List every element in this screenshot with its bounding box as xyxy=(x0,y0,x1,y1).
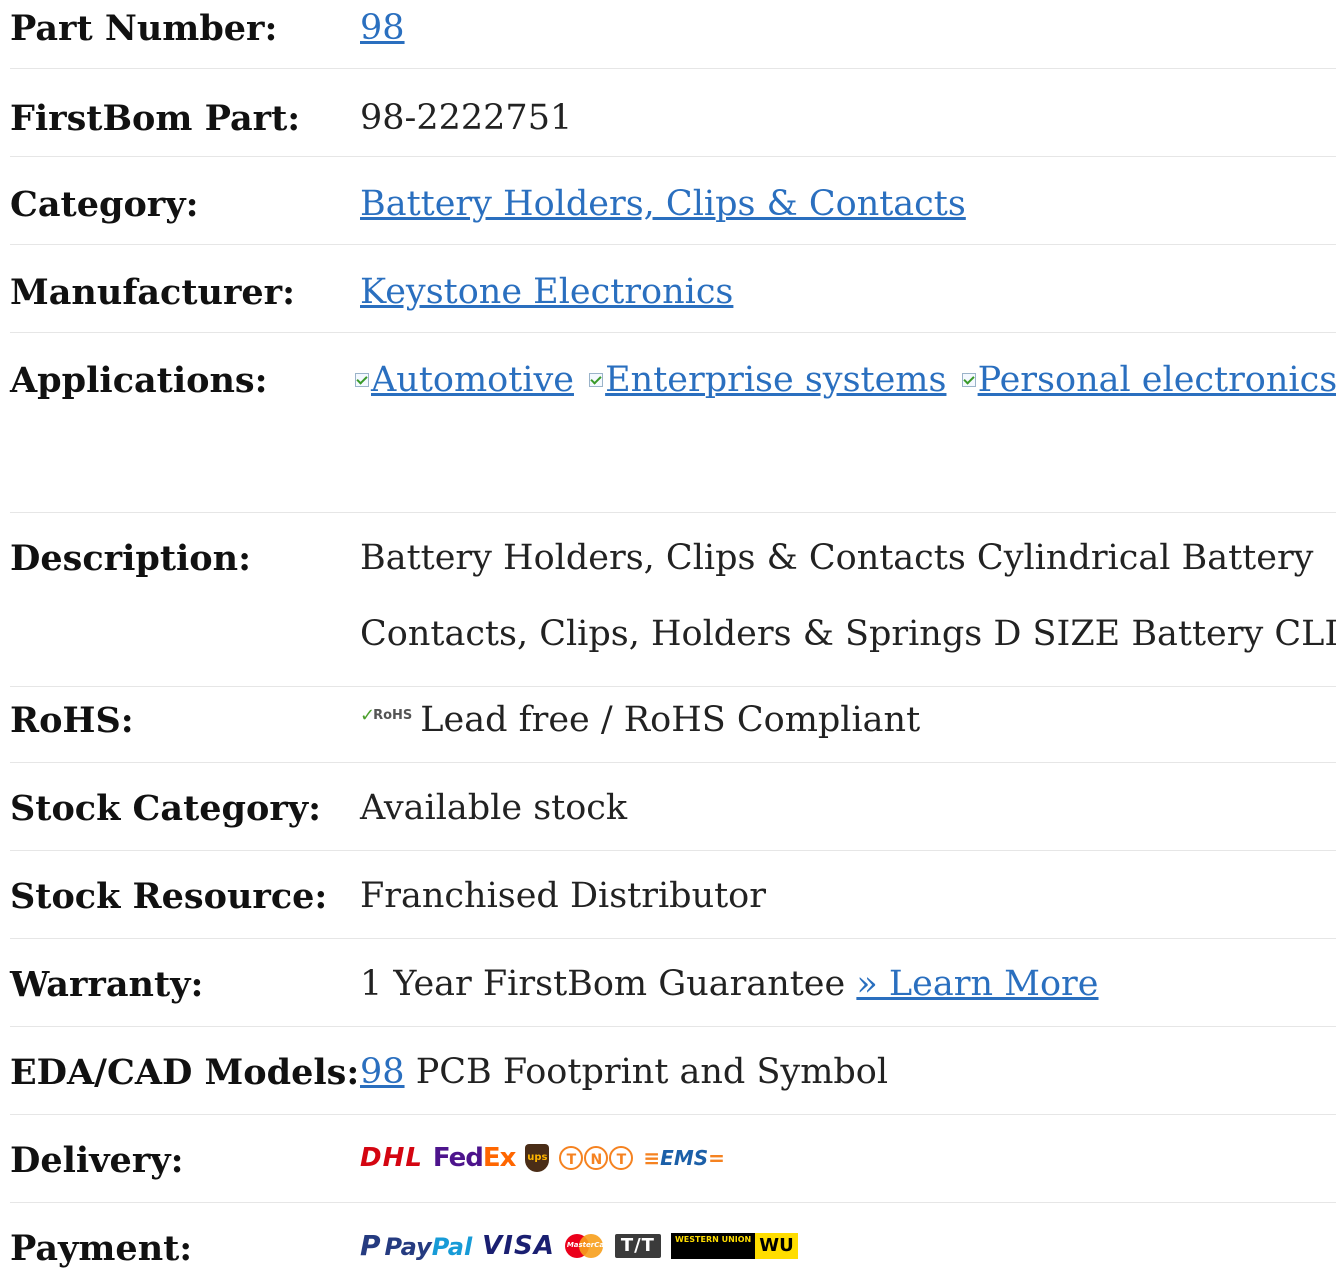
stock-resource-label: Stock Resource: xyxy=(10,876,328,917)
applications-label: Applications: xyxy=(10,360,268,401)
checkbox-icon xyxy=(961,372,976,387)
application-link-enterprise[interactable]: Enterprise systems xyxy=(605,360,946,400)
row-rohs: RoHS: ✓RoHS Lead free / RoHS Compliant xyxy=(10,700,1336,763)
paypal-logo: P PayPal xyxy=(360,1229,473,1262)
part-number-link[interactable]: 98 xyxy=(360,8,405,48)
rohs-label: RoHS: xyxy=(10,700,134,741)
application-link-automotive[interactable]: Automotive xyxy=(371,360,574,400)
eda-cad-link[interactable]: 98 xyxy=(360,1052,405,1092)
rohs-logo-icon: ✓RoHS xyxy=(360,705,413,726)
tt-logo: T/T xyxy=(614,1234,661,1258)
delivery-label: Delivery: xyxy=(10,1140,184,1181)
ups-logo: ups xyxy=(525,1144,550,1172)
eda-cad-value: 98 PCB Footprint and Symbol xyxy=(360,1052,888,1092)
part-number-label: Part Number: xyxy=(10,8,278,49)
delivery-logos: DHL FedEx ups TNT ≡EMS= xyxy=(360,1144,725,1172)
learn-more-link[interactable]: » Learn More xyxy=(856,964,1098,1004)
eda-cad-label: EDA/CAD Models: xyxy=(10,1052,360,1093)
manufacturer-label: Manufacturer: xyxy=(10,272,296,313)
row-description: Description: Battery Holders, Clips & Co… xyxy=(10,538,1336,687)
stock-category-value: Available stock xyxy=(360,788,628,828)
category-label: Category: xyxy=(10,184,199,225)
row-payment: Payment: P PayPal VISA MasterCard T/T WES… xyxy=(10,1228,1336,1269)
firstbom-part-label: FirstBom Part: xyxy=(10,98,301,139)
part-number-value: 98 xyxy=(360,8,405,48)
row-stock-resource: Stock Resource: Franchised Distributor xyxy=(10,876,1336,939)
applications-value: Automotive Enterprise systems Personal e… xyxy=(355,360,1336,400)
application-link-personal[interactable]: Personal electronics xyxy=(978,360,1336,400)
warranty-label: Warranty: xyxy=(10,964,204,1005)
description-line-2: Contacts, Clips, Holders & Springs D SIZ… xyxy=(360,614,1336,654)
description-label: Description: xyxy=(10,538,252,579)
checkbox-icon xyxy=(355,372,369,387)
manufacturer-value: Keystone Electronics xyxy=(360,272,733,312)
payment-label: Payment: xyxy=(10,1228,193,1269)
stock-resource-value: Franchised Distributor xyxy=(360,876,766,916)
firstbom-part-value: 98-2222751 xyxy=(360,98,573,138)
rohs-value: ✓RoHS Lead free / RoHS Compliant xyxy=(360,700,920,740)
row-eda-cad: EDA/CAD Models: 98 PCB Footprint and Sym… xyxy=(10,1052,1336,1115)
row-manufacturer: Manufacturer: Keystone Electronics xyxy=(10,272,1336,333)
row-warranty: Warranty: 1 Year FirstBom Guarantee » Le… xyxy=(10,964,1336,1027)
manufacturer-link[interactable]: Keystone Electronics xyxy=(360,272,733,312)
row-category: Category: Battery Holders, Clips & Conta… xyxy=(10,184,1336,245)
warranty-value: 1 Year FirstBom Guarantee » Learn More xyxy=(360,964,1099,1004)
category-value: Battery Holders, Clips & Contacts xyxy=(360,184,966,224)
row-stock-category: Stock Category: Available stock xyxy=(10,788,1336,851)
eda-cad-text: PCB Footprint and Symbol xyxy=(415,1052,889,1092)
stock-category-label: Stock Category: xyxy=(10,788,322,829)
row-applications: Applications: Automotive Enterprise syst… xyxy=(10,360,1336,513)
visa-logo: VISA xyxy=(482,1231,555,1261)
dhl-logo: DHL xyxy=(360,1143,423,1173)
category-link[interactable]: Battery Holders, Clips & Contacts xyxy=(360,184,966,224)
row-firstbom-part: FirstBom Part: 98-2222751 xyxy=(10,98,1336,157)
checkbox-icon xyxy=(589,372,604,387)
payment-logos: P PayPal VISA MasterCard T/T WESTERN UNIO… xyxy=(360,1232,798,1260)
mastercard-logo: MasterCard xyxy=(564,1234,613,1258)
warranty-text: 1 Year FirstBom Guarantee xyxy=(360,964,846,1004)
row-part-number: Part Number: 98 xyxy=(10,8,1336,69)
description-line-1: Battery Holders, Clips & Contacts Cylind… xyxy=(360,538,1314,578)
ems-logo: ≡EMS= xyxy=(643,1146,725,1170)
western-union-logo: WESTERN UNION WU xyxy=(670,1233,798,1259)
rohs-text: Lead free / RoHS Compliant xyxy=(420,700,921,740)
description-value: Battery Holders, Clips & Contacts Cylind… xyxy=(360,520,1336,672)
tnt-logo: TNT xyxy=(559,1146,634,1170)
fedex-logo: FedEx xyxy=(432,1143,516,1173)
row-delivery: Delivery: DHL FedEx ups TNT ≡EMS= xyxy=(10,1140,1336,1203)
